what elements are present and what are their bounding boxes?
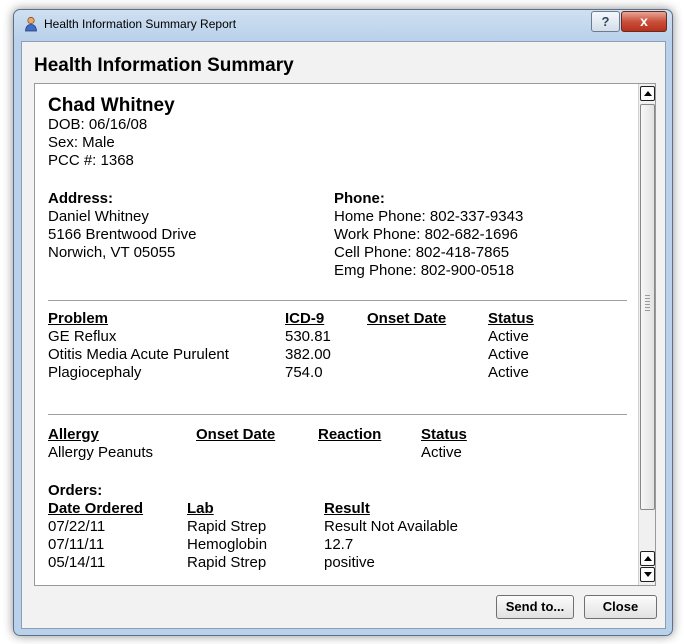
report-window: Health Information Summary Report ? x He… — [13, 9, 673, 636]
order-result: positive — [324, 554, 375, 571]
patient-sex: Sex: Male — [48, 134, 115, 151]
order-lab: Hemoglobin — [187, 536, 268, 553]
address-label: Address: — [48, 190, 114, 207]
dialog-body: Health Information Summary Chad Whitney … — [21, 41, 666, 629]
allergy-header: Allergy — [48, 426, 99, 443]
problem-status: Active — [488, 328, 529, 345]
grip-icon — [645, 295, 650, 313]
report-viewer[interactable]: Chad Whitney DOB: 06/16/08 Sex: Male PCC… — [34, 83, 656, 586]
order-date: 07/22/11 — [48, 518, 106, 535]
order-date: 07/11/11 — [48, 536, 105, 553]
order-result: 12.7 — [324, 536, 354, 553]
icd9-header: ICD-9 — [285, 310, 325, 327]
allergy-status-header: Status — [421, 426, 467, 443]
help-button[interactable]: ? — [591, 11, 620, 32]
allergy-name: Allergy Peanuts — [48, 444, 154, 461]
scroll-up-button[interactable] — [640, 86, 655, 101]
arrow-up-icon — [644, 91, 652, 96]
problem-icd9: 754.0 — [285, 364, 323, 381]
problem-status: Active — [488, 346, 529, 363]
address-line: Norwich, VT 05055 — [48, 244, 176, 261]
phone-label: Phone: — [334, 190, 385, 207]
address-line: Daniel Whitney — [48, 208, 149, 225]
scroll-down-button[interactable] — [640, 567, 655, 582]
problem-status-header: Status — [488, 310, 534, 327]
work-phone: Work Phone: 802-682-1696 — [334, 226, 519, 243]
window-title: Health Information Summary Report — [44, 17, 237, 31]
allergy-reaction-header: Reaction — [318, 426, 382, 443]
orders-label: Orders: — [48, 482, 103, 499]
patient-dob: DOB: 06/16/08 — [48, 116, 148, 133]
app-person-icon — [25, 16, 37, 32]
problem-icd9: 382.00 — [285, 346, 331, 363]
order-date: 05/14/11 — [48, 554, 106, 571]
window-close-button[interactable]: x — [621, 11, 667, 32]
title-bar[interactable]: Health Information Summary Report ? x — [14, 10, 672, 38]
result-header: Result — [324, 500, 370, 517]
problem-name: Plagiocephaly — [48, 364, 142, 381]
section-divider — [48, 300, 627, 301]
date-ordered-header: Date Ordered — [48, 500, 144, 517]
problem-icd9: 530.81 — [285, 328, 331, 345]
scroll-thumb[interactable] — [640, 104, 655, 510]
patient-name: Chad Whitney — [48, 95, 175, 116]
order-lab: Rapid Strep — [187, 518, 267, 535]
scroll-up-button-lower[interactable] — [640, 551, 655, 566]
allergy-onset-header: Onset Date — [196, 426, 276, 443]
section-divider — [48, 414, 627, 415]
arrow-down-icon — [644, 572, 652, 577]
report-content: Chad Whitney DOB: 06/16/08 Sex: Male PCC… — [35, 84, 637, 585]
problem-onset-header: Onset Date — [367, 310, 447, 327]
problem-name: GE Reflux — [48, 328, 117, 345]
page-title: Health Information Summary — [34, 55, 294, 76]
problem-header: Problem — [48, 310, 109, 327]
lab-header: Lab — [187, 500, 214, 517]
vertical-scrollbar[interactable] — [638, 84, 655, 585]
problem-status: Active — [488, 364, 529, 381]
order-lab: Rapid Strep — [187, 554, 267, 571]
send-to-button[interactable]: Send to... — [496, 595, 574, 619]
allergy-status: Active — [421, 444, 462, 461]
emergency-phone: Emg Phone: 802-900-0518 — [334, 262, 515, 279]
address-line: 5166 Brentwood Drive — [48, 226, 197, 243]
patient-pcc: PCC #: 1368 — [48, 152, 134, 169]
cell-phone: Cell Phone: 802-418-7865 — [334, 244, 510, 261]
home-phone: Home Phone: 802-337-9343 — [334, 208, 524, 225]
order-result: Result Not Available — [324, 518, 458, 535]
close-button[interactable]: Close — [584, 595, 657, 619]
arrow-up-icon — [644, 556, 652, 561]
problem-name: Otitis Media Acute Purulent — [48, 346, 229, 363]
